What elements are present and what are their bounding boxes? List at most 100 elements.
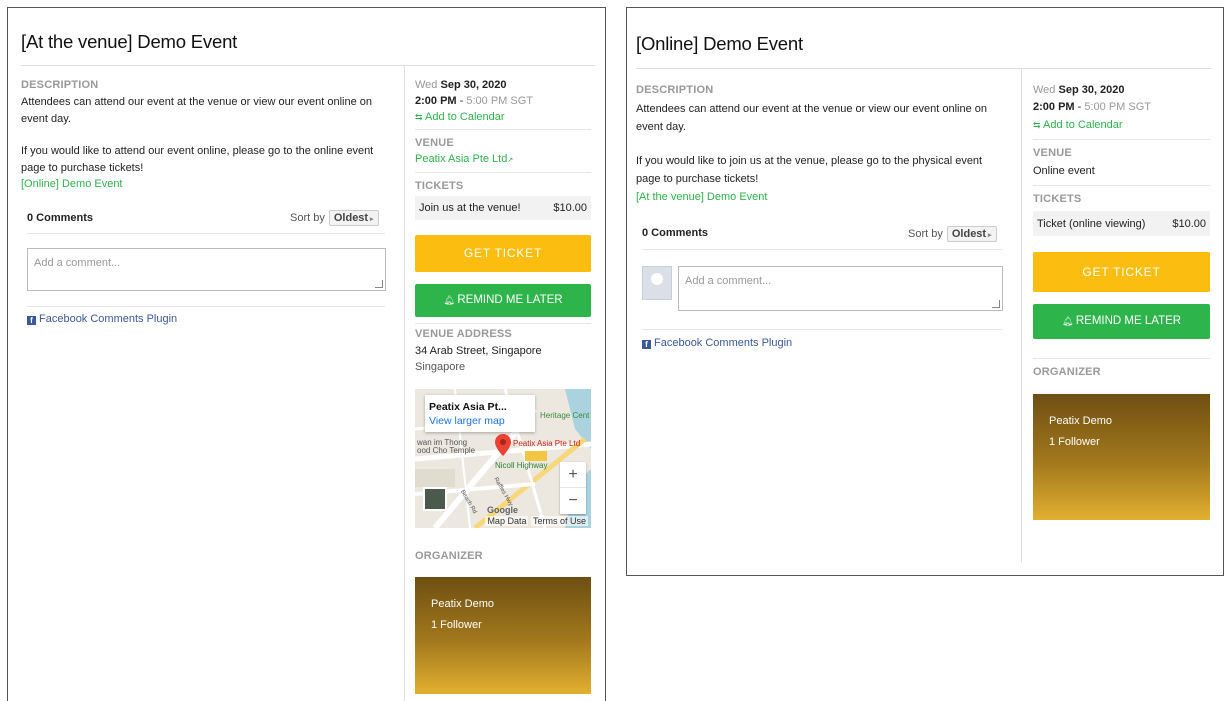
- event-title: [At the venue] Demo Event: [21, 31, 238, 52]
- organizer-card[interactable]: Peatix Demo 1 Follower: [1033, 394, 1210, 520]
- comments-divider-bottom: [27, 306, 385, 307]
- comment-placeholder: Add a comment...: [34, 257, 121, 269]
- map-footer: Map Data Terms of Use: [415, 516, 591, 528]
- event-time: 2:00 PM - 5:00 PM SGT: [415, 95, 533, 107]
- chevron-down-icon: ▸: [368, 216, 374, 223]
- sort-by-label: Sort by: [908, 228, 943, 240]
- comment-input[interactable]: Add a comment...: [678, 266, 1003, 311]
- external-link-icon: ↗: [507, 157, 514, 164]
- comments-divider: [27, 233, 385, 234]
- event-time: 2:00 PM - 5:00 PM SGT: [1033, 101, 1151, 113]
- event-panel-venue: [At the venue] Demo Event DESCRIPTION At…: [7, 7, 606, 701]
- map-label: Nicoll Highway: [495, 461, 548, 470]
- chevron-down-icon: ▸: [986, 232, 992, 239]
- ticket-price: $10.00: [553, 202, 587, 214]
- address-line-2: Singapore: [415, 361, 466, 373]
- ticket-price: $10.00: [1172, 217, 1206, 230]
- bell-icon: 🔔︎: [443, 295, 458, 305]
- zoom-in-button[interactable]: +: [560, 462, 586, 488]
- comments-count: 0 Comments: [27, 212, 94, 224]
- organizer-card[interactable]: Peatix Demo 1 Follower: [415, 577, 591, 694]
- remind-me-later-button[interactable]: 🔔︎ REMIND ME LATER: [415, 284, 591, 317]
- map-marker-label: Peatix Asia Pte Ltd: [513, 439, 581, 448]
- description-line: Attendees can attend our event at the ve…: [636, 103, 988, 115]
- satellite-toggle[interactable]: [423, 487, 447, 511]
- view-larger-map-link[interactable]: View larger map: [429, 415, 505, 427]
- comment-input[interactable]: Add a comment...: [27, 248, 386, 291]
- add-to-calendar-link[interactable]: ⇆ Add to Calendar: [1033, 119, 1123, 131]
- title-divider: [636, 68, 1211, 69]
- sort-dropdown[interactable]: Oldest ▸: [946, 226, 997, 242]
- date-value: Sep 30, 2020: [440, 79, 507, 91]
- organizer-name: Peatix Demo: [1049, 415, 1112, 427]
- sort-control: Sort by Oldest ▸: [290, 210, 379, 226]
- sidebar-divider: [1033, 139, 1210, 140]
- facebook-plugin-link[interactable]: f Facebook Comments Plugin: [642, 337, 792, 349]
- add-to-calendar-label: Add to Calendar: [1043, 119, 1123, 131]
- map-label: ood Cho Temple: [417, 446, 476, 455]
- description-line: page to purchase tickets!: [21, 161, 144, 174]
- zoom-out-button[interactable]: −: [560, 488, 586, 514]
- comments-divider-bottom: [642, 329, 1002, 330]
- description-line: event day.: [21, 112, 71, 125]
- time-separator: -: [1074, 101, 1085, 113]
- description-label: DESCRIPTION: [636, 84, 714, 96]
- remind-me-later-button[interactable]: 🔔︎ REMIND ME LATER: [1033, 304, 1210, 339]
- add-to-calendar-link[interactable]: ⇆ Add to Calendar: [415, 111, 505, 123]
- comments-count: 0 Comments: [642, 227, 709, 239]
- remind-me-label: REMIND ME LATER: [1075, 315, 1182, 327]
- cross-event-link[interactable]: [At the venue] Demo Event: [636, 191, 767, 203]
- organizer-followers: 1 Follower: [1049, 436, 1100, 448]
- ticket-name: Ticket (online viewing): [1037, 217, 1146, 230]
- event-date: Wed Sep 30, 2020: [415, 79, 507, 91]
- sort-dropdown[interactable]: Oldest ▸: [328, 210, 379, 226]
- date-value: Sep 30, 2020: [1058, 84, 1125, 96]
- venue-label: VENUE: [1033, 147, 1072, 159]
- sort-value: Oldest: [333, 212, 369, 224]
- event-panel-online: [Online] Demo Event DESCRIPTION Attendee…: [626, 7, 1224, 576]
- sidebar-divider: [415, 323, 591, 324]
- remind-me-label: REMIND ME LATER: [457, 294, 563, 306]
- avatar: [642, 266, 672, 300]
- resize-handle-icon[interactable]: [375, 280, 383, 288]
- time-start: 2:00 PM: [1033, 101, 1075, 113]
- sort-by-label: Sort by: [290, 212, 325, 224]
- map-label: Heritage Cent: [540, 411, 590, 420]
- event-date: Wed Sep 30, 2020: [1033, 84, 1125, 96]
- sidebar-divider: [415, 172, 591, 173]
- map-zoom-control: + −: [560, 462, 586, 514]
- description-text: Attendees can attend our event at the ve…: [636, 101, 1014, 188]
- venue-name: Peatix Asia Pte Ltd: [415, 153, 508, 165]
- description-line: event day.: [636, 120, 686, 133]
- get-ticket-button[interactable]: GET TICKET: [415, 235, 591, 272]
- time-end: 5:00 PM SGT: [466, 95, 533, 107]
- bell-icon: 🔔︎: [1061, 316, 1076, 326]
- description-text: Attendees can attend our event at the ve…: [21, 94, 396, 176]
- venue-map[interactable]: Heritage Cent wan im Thong ood Cho Templ…: [415, 389, 591, 528]
- cross-event-link[interactable]: [Online] Demo Event: [21, 178, 123, 190]
- map-info-popup: Peatix Asia Pt... View larger map: [425, 395, 535, 432]
- sidebar-divider: [415, 129, 591, 130]
- map-data-link[interactable]: Map Data: [485, 516, 529, 526]
- facebook-plugin-link[interactable]: f Facebook Comments Plugin: [27, 313, 177, 325]
- map-marker-icon[interactable]: [495, 434, 511, 456]
- venue-address-label: VENUE ADDRESS: [415, 328, 512, 340]
- date-day: Wed: [1033, 84, 1056, 96]
- terms-of-use-link[interactable]: Terms of Use: [530, 516, 588, 526]
- ticket-row: Ticket (online viewing) $10.00: [1033, 211, 1210, 236]
- venue-link[interactable]: Peatix Asia Pte Ltd↗: [415, 153, 513, 165]
- facebook-icon: f: [642, 340, 651, 349]
- description-line: If you would like to attend our event on…: [21, 145, 374, 157]
- get-ticket-button[interactable]: GET TICKET: [1033, 252, 1210, 292]
- venue-label: VENUE: [415, 137, 454, 149]
- sidebar-divider: [1033, 358, 1210, 359]
- organizer-followers: 1 Follower: [431, 619, 482, 631]
- description-label: DESCRIPTION: [21, 79, 99, 91]
- venue-name: Online event: [1033, 165, 1095, 177]
- description-line: If you would like to join us at the venu…: [636, 155, 983, 167]
- sort-value: Oldest: [951, 228, 987, 240]
- tickets-label: TICKETS: [1033, 193, 1082, 205]
- resize-handle-icon[interactable]: [992, 300, 1000, 308]
- time-separator: -: [456, 95, 467, 107]
- facebook-plugin-label: Facebook Comments Plugin: [654, 337, 793, 349]
